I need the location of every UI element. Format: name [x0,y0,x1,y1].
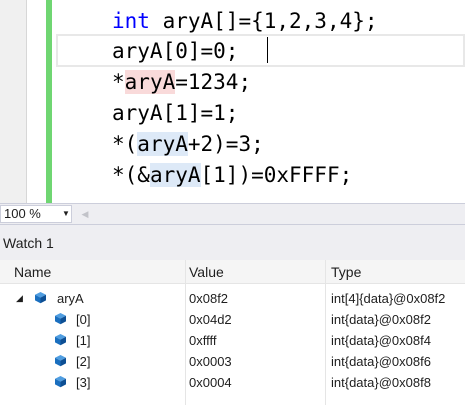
code-operator: *( [112,132,138,156]
line-gutter [0,0,26,203]
text-caret [267,37,268,63]
cube-icon [55,334,66,346]
code-line-3[interactable]: *aryA=1234; [112,66,251,98]
watch-type: int{data}@0x08f6 [331,354,431,369]
code-operator: * [112,70,125,94]
watch-name: [0] [76,312,91,327]
zoom-dropdown[interactable]: 100 % ▼ [0,205,72,223]
change-tracking-bar [46,0,52,203]
cube-icon [55,313,66,325]
code-editor[interactable]: int aryA[]={1,2,3,4}; aryA[0]=0; *aryA=1… [0,0,465,203]
watch-rows: ◢ aryA 0x08f2 int[4]{data}@0x08f2 [0] 0x… [0,288,465,393]
column-divider[interactable] [185,260,186,284]
gutter-divider [26,0,27,203]
code-line-4[interactable]: aryA[1]=1; [112,97,238,129]
watch-column-header: Name Value Type [0,260,465,284]
code-text: aryA[]={1,2,3,4}; [149,9,378,33]
column-name[interactable]: Name [14,260,51,284]
column-value[interactable]: Value [189,260,224,284]
column-type[interactable]: Type [331,260,361,284]
watch-row[interactable]: [0] 0x04d2 int{data}@0x08f2 [0,309,465,330]
code-text: =1234; [175,70,252,94]
watch-row[interactable]: [2] 0x0003 int{data}@0x08f6 [0,351,465,372]
cube-icon [35,292,46,304]
identifier-aryA-highlighted: aryA [137,132,188,156]
watch-type: int{data}@0x08f4 [331,333,431,348]
code-line-5[interactable]: *(aryA+2)=3; [112,128,264,160]
watch-name: [1] [76,333,91,348]
code-operator: *(& [112,163,150,187]
identifier-aryA-highlighted: aryA [124,70,176,94]
watch-window-header: Watch 1 [0,225,465,260]
editor-status-bar: 100 % ▼ ◀ [0,203,465,225]
watch-value[interactable]: 0x0003 [189,351,232,372]
watch-value[interactable]: 0x08f2 [189,288,228,309]
zoom-level: 100 % [4,206,41,221]
code-text: +2)=3; [187,132,264,156]
watch-row[interactable]: [3] 0x0004 int{data}@0x08f8 [0,372,465,393]
watch-type: int{data}@0x08f8 [331,375,431,390]
watch-window: Name Value Type ◢ aryA 0x08f2 int[4]{dat… [0,260,465,405]
identifier-aryA: aryA [112,39,163,63]
code-line-2[interactable]: aryA[0]=0; [112,35,238,67]
watch-type: int[4]{data}@0x08f2 [331,291,446,306]
watch-row[interactable]: [1] 0xffff int{data}@0x08f4 [0,330,465,351]
watch-name: [2] [76,354,91,369]
identifier-aryA: aryA [112,101,163,125]
cube-icon [55,376,66,388]
watch-value[interactable]: 0x04d2 [189,309,232,330]
code-line-6[interactable]: *(&aryA[1])=0xFFFF; [112,159,352,191]
keyword-int: int [112,9,150,33]
triangle-expanded-icon[interactable]: ◢ [16,288,23,309]
watch-name: [3] [76,375,91,390]
watch-row[interactable]: ◢ aryA 0x08f2 int[4]{data}@0x08f2 [0,288,465,309]
watch-value[interactable]: 0xffff [189,330,216,351]
identifier-aryA-highlighted: aryA [149,163,201,187]
watch-window-title: Watch 1 [3,235,54,251]
scroll-left-icon[interactable]: ◀ [78,205,92,223]
watch-name: aryA [57,291,84,306]
code-text: [1])=0xFFFF; [200,163,353,187]
chevron-down-icon: ▼ [62,209,70,218]
cube-icon [55,355,66,367]
code-text: [1]=1; [162,101,239,125]
watch-type: int{data}@0x08f2 [331,312,431,327]
watch-value[interactable]: 0x0004 [189,372,232,393]
column-divider[interactable] [325,260,326,284]
code-text: [0]=0; [162,39,239,63]
code-line-1[interactable]: int aryA[]={1,2,3,4}; [112,5,378,37]
